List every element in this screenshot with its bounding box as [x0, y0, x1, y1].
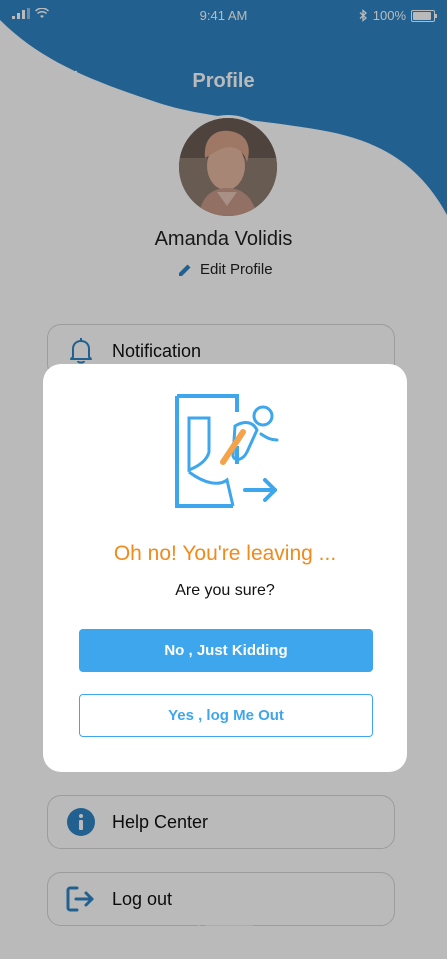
- dialog-title: Oh no! You're leaving ...: [113, 542, 337, 565]
- logout-dialog: Oh no! You're leaving ... Are you sure? …: [43, 364, 407, 772]
- leaving-door-icon: [175, 394, 279, 508]
- cancel-logout-button[interactable]: No , Just Kidding: [79, 629, 373, 672]
- phone-screen: 9:41 AM 100% Profile Amanda Volidis Edit…: [0, 0, 447, 959]
- confirm-logout-button[interactable]: Yes , log Me Out: [79, 694, 373, 737]
- dialog-subtitle: Are you sure?: [175, 582, 275, 599]
